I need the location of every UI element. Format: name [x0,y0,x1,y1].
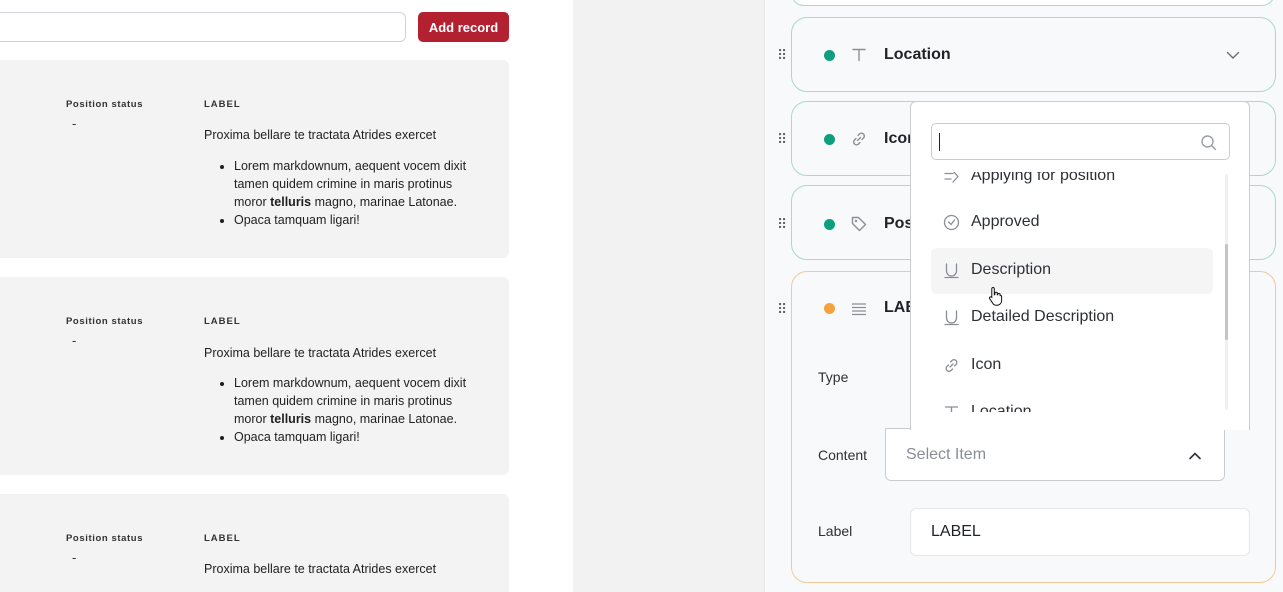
field-row-location[interactable]: ⠿ Location [777,17,1276,92]
hand-cursor-icon [988,286,1003,306]
text-t-icon [944,406,959,412]
search-icon [1201,135,1217,151]
field-title: Location [884,46,951,63]
status-dot [824,303,835,314]
dropdown-scrollbar-thumb[interactable] [1225,244,1228,340]
dropdown-option-label: Applying for position [971,172,1116,184]
drag-handle-icon[interactable]: ⠿ [777,131,787,147]
label-heading: LABEL [204,99,241,110]
bullet-bold: telluris [270,195,312,209]
label-label: Label [818,523,853,539]
label-heading: LABEL [204,316,241,327]
chevron-up-icon[interactable] [1188,449,1202,463]
list-item: Opaca tamquam ligari! [234,211,484,229]
list-item: Opaca tamquam ligari! [234,428,484,446]
drag-handle-icon[interactable]: ⠿ [777,216,787,232]
dropdown-option-label: Location [971,403,1032,412]
bullet-bold: telluris [270,412,312,426]
label-heading: LABEL [204,533,241,544]
dropdown-option-label: Description [971,261,1052,278]
position-status-label: Position status [66,99,144,110]
text-caret [939,133,940,151]
chevron-down-icon[interactable] [1226,48,1240,62]
status-dot [824,219,835,230]
position-status-label: Position status [66,316,144,327]
paragraph-icon [852,303,866,316]
content-label: Content [818,447,868,463]
record-text: Proxima bellare te tractata Atrides exer… [204,346,437,360]
field-row-stub [791,0,1275,6]
position-status-value: - [72,116,77,131]
underline-icon [944,310,959,326]
status-dot [824,134,835,145]
underline-icon [944,263,959,279]
position-status-value: - [72,550,77,565]
drag-handle-icon[interactable]: ⠿ [777,301,787,317]
record-card[interactable]: Position status - LABEL Proxima bellare … [0,494,509,592]
dropdown-option[interactable]: Applying for position [931,172,1213,200]
label-input[interactable]: LABEL [910,508,1250,556]
arrow-right-icon [944,172,959,183]
dropdown-option[interactable]: Approved [931,200,1213,246]
records-search-input[interactable] [0,12,406,42]
list-item: Lorem markdownum, aequent vocem dixit ta… [234,157,484,211]
record-card[interactable]: Position status - LABEL Proxima bellare … [0,60,509,258]
drag-handle-icon[interactable]: ⠿ [777,47,787,63]
position-status-label: Position status [66,533,144,544]
dropdown-option-label: Approved [971,213,1040,230]
content-select[interactable]: Select Item [885,428,1225,481]
dropdown-option[interactable]: Detailed Description [931,295,1213,341]
content-dropdown-menu: Applying for position Approved Descripti… [910,101,1250,430]
link-icon [945,359,958,372]
record-bullets: Lorem markdownum, aequent vocem dixit ta… [204,374,484,446]
record-card[interactable]: Position status - LABEL Proxima bellare … [0,277,509,475]
record-text: Proxima bellare te tractata Atrides exer… [204,128,437,142]
check-circle-icon [943,214,960,231]
dropdown-option[interactable]: Location [931,390,1213,412]
bullet-text: magno, marinae Latonae. [311,412,458,426]
field-title: Pos [884,215,914,232]
records-pane: Add record Position status - LABEL Proxi… [0,0,573,592]
type-label: Type [818,369,849,385]
tag-icon [851,216,867,232]
status-dot [824,50,835,61]
add-record-button[interactable]: Add record [418,12,509,42]
link-icon [852,132,866,146]
text-t-icon [852,48,866,62]
position-status-value: - [72,333,77,348]
dropdown-list[interactable]: Applying for position Approved Descripti… [931,172,1223,412]
bullet-text: magno, marinae Latonae. [311,195,458,209]
record-text: Proxima bellare te tractata Atrides exer… [204,562,437,576]
pane-divider [573,0,765,592]
list-item: Lorem markdownum, aequent vocem dixit ta… [234,374,484,428]
dropdown-search-input[interactable] [931,123,1230,160]
dropdown-option-label: Detailed Description [971,308,1115,325]
record-bullets: Lorem markdownum, aequent vocem dixit ta… [204,157,484,229]
dropdown-option[interactable]: Icon [931,343,1213,389]
dropdown-option[interactable]: Description [931,248,1213,294]
select-placeholder: Select Item [906,446,987,463]
dropdown-option-label: Icon [971,356,1002,373]
